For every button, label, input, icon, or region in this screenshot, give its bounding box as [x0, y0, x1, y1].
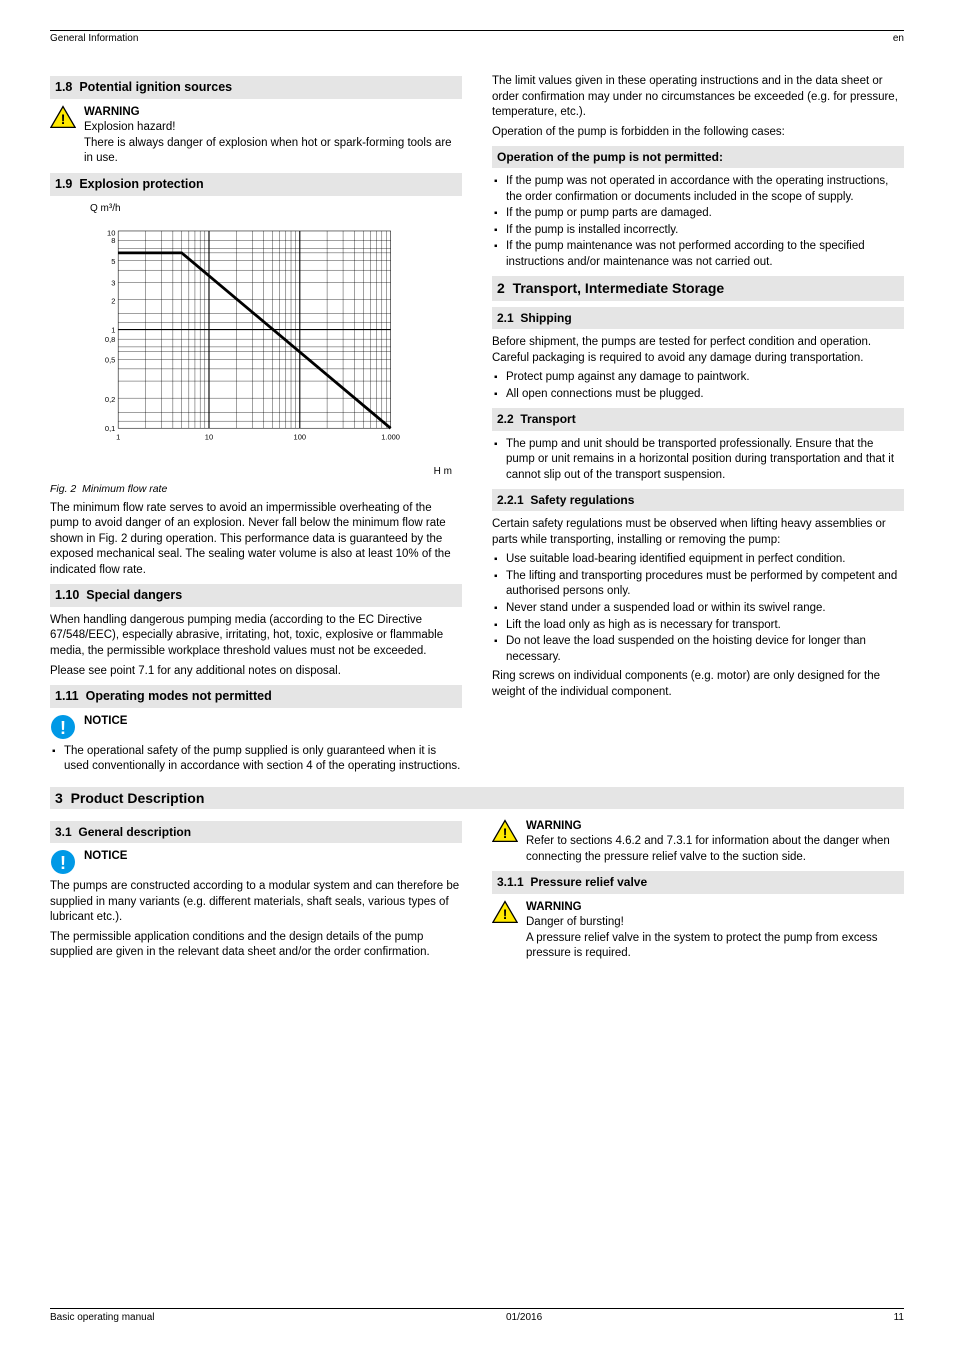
safety-paragraph: Certain safety regulations must be obser… [492, 517, 904, 548]
notice-general-desc: ! NOTICE [50, 849, 462, 875]
list-item: Protect pump against any damage to paint… [492, 370, 904, 386]
svg-text:8: 8 [111, 236, 115, 245]
page-footer: Basic operating manual 01/2016 11 [50, 1308, 904, 1323]
svg-text:0,2: 0,2 [105, 395, 115, 404]
notice-label: NOTICE [84, 714, 462, 730]
svg-text:2: 2 [111, 297, 115, 306]
limits-paragraph: The limit values given in these operatin… [492, 74, 904, 121]
left-column: 1.8 Potential ignition sources ! WARNING… [50, 70, 462, 777]
list-item: If the pump was not operated in accordan… [492, 174, 904, 205]
list-item: Never stand under a suspended load or wi… [492, 601, 904, 617]
chart-y-axis-label: Q m³/h [90, 202, 462, 216]
chart-container: 10 8 5 3 2 1 0,8 0,5 0,2 0,1 1 10 100 1.… [90, 219, 462, 478]
svg-text:!: ! [61, 111, 66, 127]
heading-general-description: 3.1 General description [50, 821, 462, 843]
notice-circle-icon: ! [50, 849, 76, 875]
heading-product-description: 3 Product Description [50, 787, 904, 809]
notice-list: The operational safety of the pump suppl… [50, 744, 462, 775]
heading-transport-storage: 2 Transport, Intermediate Storage [492, 276, 904, 301]
warning-line1: Explosion hazard! [84, 120, 462, 136]
warning-line2: A pressure relief valve in the system to… [526, 931, 904, 962]
svg-text:1: 1 [111, 326, 115, 335]
shipping-paragraph: Before shipment, the pumps are tested fo… [492, 335, 904, 366]
safety-list: Use suitable load-bearing identified equ… [492, 552, 904, 665]
bottom-right: ! WARNING Refer to sections 4.6.2 and 7.… [492, 815, 904, 966]
figure-paragraph: The minimum flow rate serves to avoid an… [50, 501, 462, 579]
svg-text:5: 5 [111, 257, 115, 266]
svg-text:1: 1 [116, 433, 120, 442]
list-item: Use suitable load-bearing identified equ… [492, 552, 904, 568]
warning-line1: Danger of bursting! [526, 915, 904, 931]
heading-safety-regulations: 2.2.1 Safety regulations [492, 489, 904, 511]
header-section-label: General Information [50, 33, 138, 44]
list-item: All open connections must be plugged. [492, 387, 904, 403]
bottom-two-col: 3.1 General description ! NOTICE The pum… [50, 815, 904, 966]
notice-operating-modes: ! NOTICE [50, 714, 462, 740]
svg-text:0,8: 0,8 [105, 335, 115, 344]
heading-explosion-protection: 1.9 Explosion protection [50, 173, 462, 196]
subheading-not-permitted: Operation of the pump is not permitted: [492, 146, 904, 168]
bottom-left: 3.1 General description ! NOTICE The pum… [50, 815, 462, 966]
chart-x-axis-label: H m [90, 465, 452, 479]
svg-text:0,5: 0,5 [105, 356, 115, 365]
header-lang: en [893, 33, 904, 44]
warning-label: WARNING [526, 819, 904, 835]
svg-text:!: ! [60, 718, 66, 738]
minimum-flow-chart: 10 8 5 3 2 1 0,8 0,5 0,2 0,1 1 10 100 1.… [90, 219, 400, 459]
svg-text:!: ! [60, 853, 66, 873]
list-item: The lifting and transporting procedures … [492, 569, 904, 600]
svg-text:100: 100 [294, 433, 307, 442]
special-dangers-p2: Please see point 7.1 for any additional … [50, 664, 462, 680]
safety-paragraph-2: Ring screws on individual components (e.… [492, 669, 904, 700]
list-item: If the pump is installed incorrectly. [492, 223, 904, 239]
heading-transport: 2.2 Transport [492, 408, 904, 430]
footer-center: 01/2016 [506, 1312, 542, 1323]
warning-pressure-relief-ref: ! WARNING Refer to sections 4.6.2 and 7.… [492, 819, 904, 866]
warning-triangle-icon: ! [492, 900, 518, 924]
heading-shipping: 2.1 Shipping [492, 307, 904, 329]
heading-potential-ignition: 1.8 Potential ignition sources [50, 76, 462, 99]
desc-paragraph-1: The pumps are constructed according to a… [50, 879, 462, 926]
warning-label: WARNING [526, 900, 904, 916]
list-item: If the pump or pump parts are damaged. [492, 206, 904, 222]
page-header: General Information en [50, 30, 904, 44]
warning-bursting: ! WARNING Danger of bursting! A pressure… [492, 900, 904, 962]
heading-special-dangers: 1.10 Special dangers [50, 584, 462, 607]
list-item: The pump and unit should be transported … [492, 437, 904, 484]
notice-circle-icon: ! [50, 714, 76, 740]
warning-ignition: ! WARNING Explosion hazard! There is alw… [50, 105, 462, 167]
svg-text:!: ! [503, 906, 508, 922]
right-column: The limit values given in these operatin… [492, 70, 904, 777]
list-item: If the pump maintenance was not performe… [492, 239, 904, 270]
svg-text:3: 3 [111, 279, 115, 288]
warning-triangle-icon: ! [50, 105, 76, 129]
figure-label: Fig. 2 Minimum flow rate [50, 482, 462, 496]
heading-pressure-relief-valve: 3.1.1 Pressure relief valve [492, 871, 904, 893]
desc-paragraph-2: The permissible application conditions a… [50, 930, 462, 961]
main-content: 1.8 Potential ignition sources ! WARNING… [50, 70, 904, 777]
not-permitted-list: If the pump was not operated in accordan… [492, 174, 904, 270]
notice-item: The operational safety of the pump suppl… [50, 744, 462, 775]
notice-label: NOTICE [84, 849, 462, 865]
warning-line2: There is always danger of explosion when… [84, 136, 462, 167]
list-item: Do not leave the load suspended on the h… [492, 634, 904, 665]
svg-text:10: 10 [205, 433, 213, 442]
warning-triangle-icon: ! [492, 819, 518, 843]
svg-text:1.000: 1.000 [381, 433, 400, 442]
svg-text:!: ! [503, 825, 508, 841]
warning-label: WARNING [84, 105, 462, 121]
footer-page-number: 11 [894, 1312, 904, 1323]
svg-text:0,1: 0,1 [105, 424, 115, 433]
list-item: Lift the load only as high as is necessa… [492, 618, 904, 634]
forbidden-paragraph: Operation of the pump is forbidden in th… [492, 125, 904, 141]
transport-list: The pump and unit should be transported … [492, 437, 904, 484]
shipping-list: Protect pump against any damage to paint… [492, 370, 904, 402]
special-dangers-p1: When handling dangerous pumping media (a… [50, 613, 462, 660]
warning-text: Refer to sections 4.6.2 and 7.3.1 for in… [526, 834, 904, 865]
footer-left: Basic operating manual [50, 1312, 155, 1323]
heading-operating-modes: 1.11 Operating modes not permitted [50, 685, 462, 708]
